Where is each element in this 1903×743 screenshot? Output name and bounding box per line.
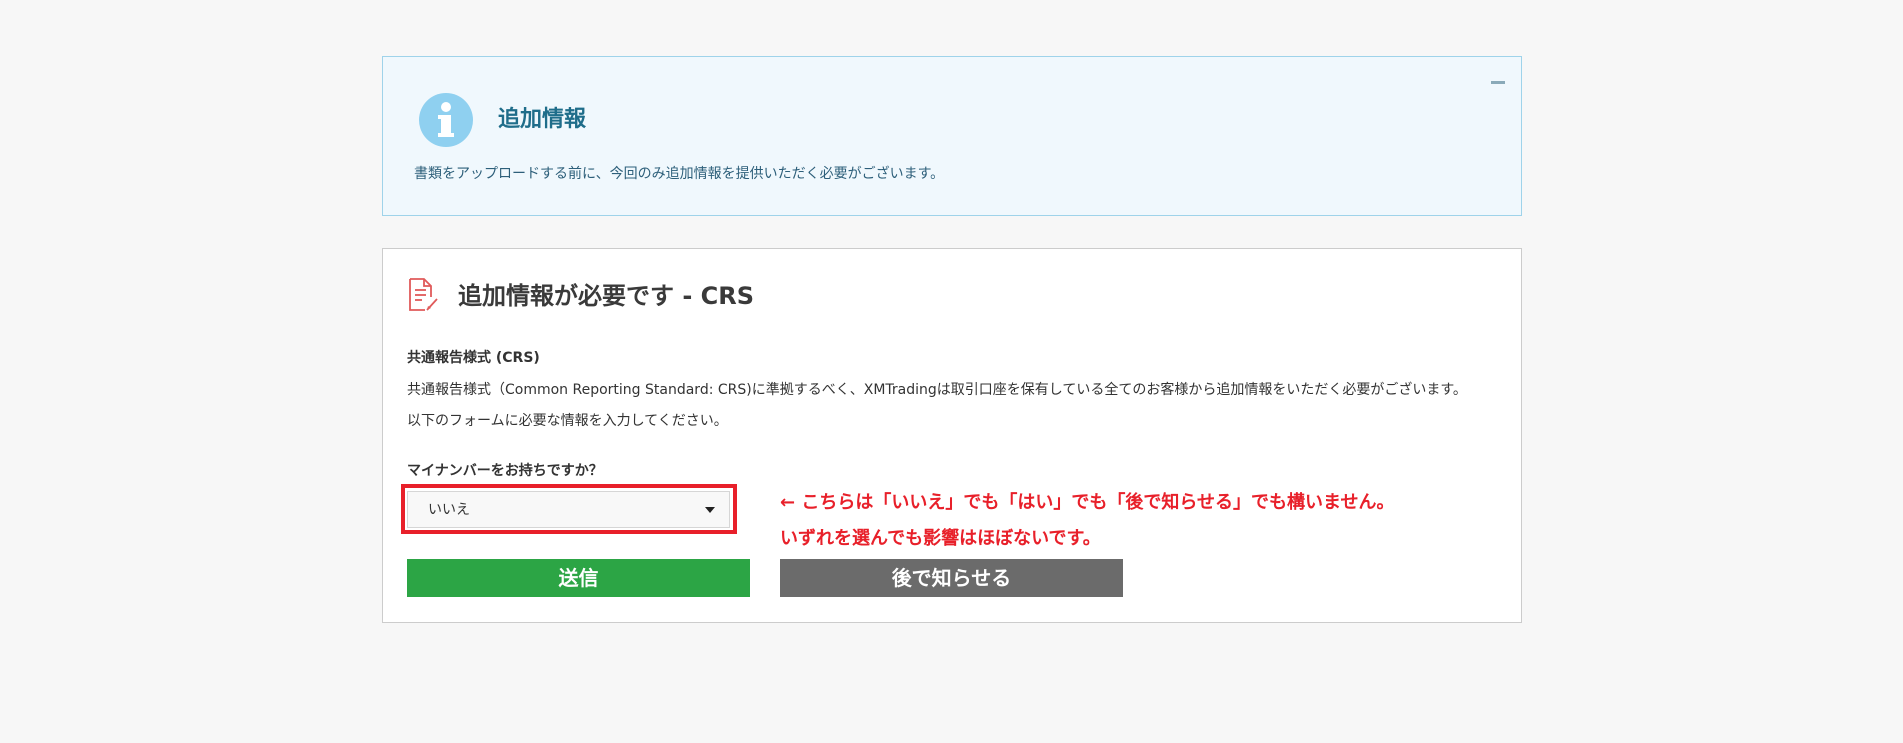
select-value: いいえ (428, 502, 470, 518)
annotation-note: ← こちらは「いいえ」でも「はい」でも「後で知らせる」でも構いません。 いずれを… (780, 485, 1394, 557)
minus-icon[interactable] (1491, 81, 1505, 84)
info-panel: 追加情報 書類をアップロードする前に、今回のみ追加情報を提供いただく必要がござい… (382, 56, 1522, 216)
page-wrapper: 追加情報 書類をアップロードする前に、今回のみ追加情報を提供いただく必要がござい… (382, 56, 1522, 623)
crs-description: 共通報告様式（Common Reporting Standard: CRS)に準… (407, 382, 1467, 398)
annotation-line-2: いずれを選んでも影響はほぼないです。 (780, 528, 1101, 549)
annotation-line-1: ← こちらは「いいえ」でも「はい」でも「後で知らせる」でも構いません。 (780, 492, 1395, 513)
my-number-label: マイナンバーをお持ちですか？ (407, 463, 603, 479)
caret-down-icon (705, 507, 715, 513)
info-text: 書類をアップロードする前に、今回のみ追加情報を提供いただく必要がございます。 (414, 166, 945, 182)
form-instruction: 以下のフォームに必要な情報を入力してください。 (407, 413, 728, 429)
submit-button[interactable]: 送信 (407, 559, 750, 597)
card-title: 追加情報が必要です - CRS (458, 282, 755, 310)
info-title: 追加情報 (498, 107, 587, 132)
notify-later-button[interactable]: 後で知らせる (780, 559, 1123, 597)
info-icon (419, 93, 473, 147)
section-heading: 共通報告様式 (CRS) (407, 350, 540, 366)
my-number-select[interactable]: いいえ (407, 491, 730, 528)
document-edit-icon (409, 278, 438, 311)
crs-card: 追加情報が必要です - CRS 共通報告様式 (CRS) 共通報告様式（Comm… (382, 248, 1522, 623)
